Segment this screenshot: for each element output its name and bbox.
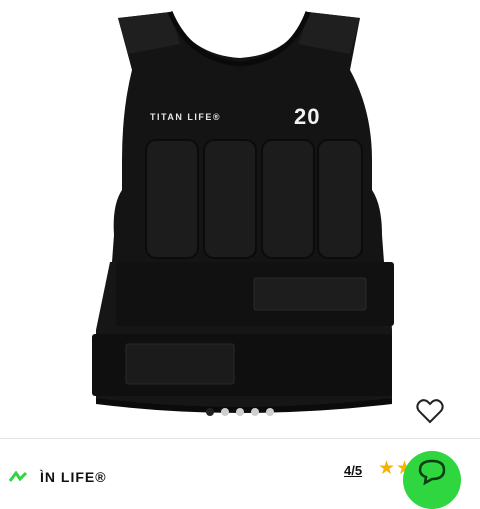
chat-button[interactable] <box>403 451 461 509</box>
vest-size-print: 20 <box>294 104 321 129</box>
brand-logo[interactable]: ÌN LIFE® <box>8 469 107 485</box>
chat-bubble-icon <box>418 459 446 485</box>
gallery-dot[interactable] <box>251 408 259 416</box>
gallery-dot[interactable] <box>236 408 244 416</box>
rating-score[interactable]: 4/5 <box>344 463 362 478</box>
brand-name: ÌN LIFE® <box>40 469 107 485</box>
product-header-bar: ÌN LIFE® 4/5 ★ ★ ★ ★ <box>0 438 480 509</box>
gallery-dot[interactable] <box>266 408 274 416</box>
gallery-dot[interactable] <box>206 408 214 416</box>
weight-vest-image <box>92 11 394 413</box>
star-filled-icon: ★ <box>378 458 396 479</box>
favorite-button[interactable] <box>413 394 447 428</box>
brand-mark-icon <box>8 471 28 482</box>
gallery-pagination <box>0 408 480 416</box>
gallery-dot[interactable] <box>221 408 229 416</box>
heart-outline-icon <box>416 399 444 424</box>
vest-brand-print: TITAN LIFE® <box>150 112 221 122</box>
product-image-gallery[interactable]: TITAN LIFE® 20 <box>0 0 480 438</box>
